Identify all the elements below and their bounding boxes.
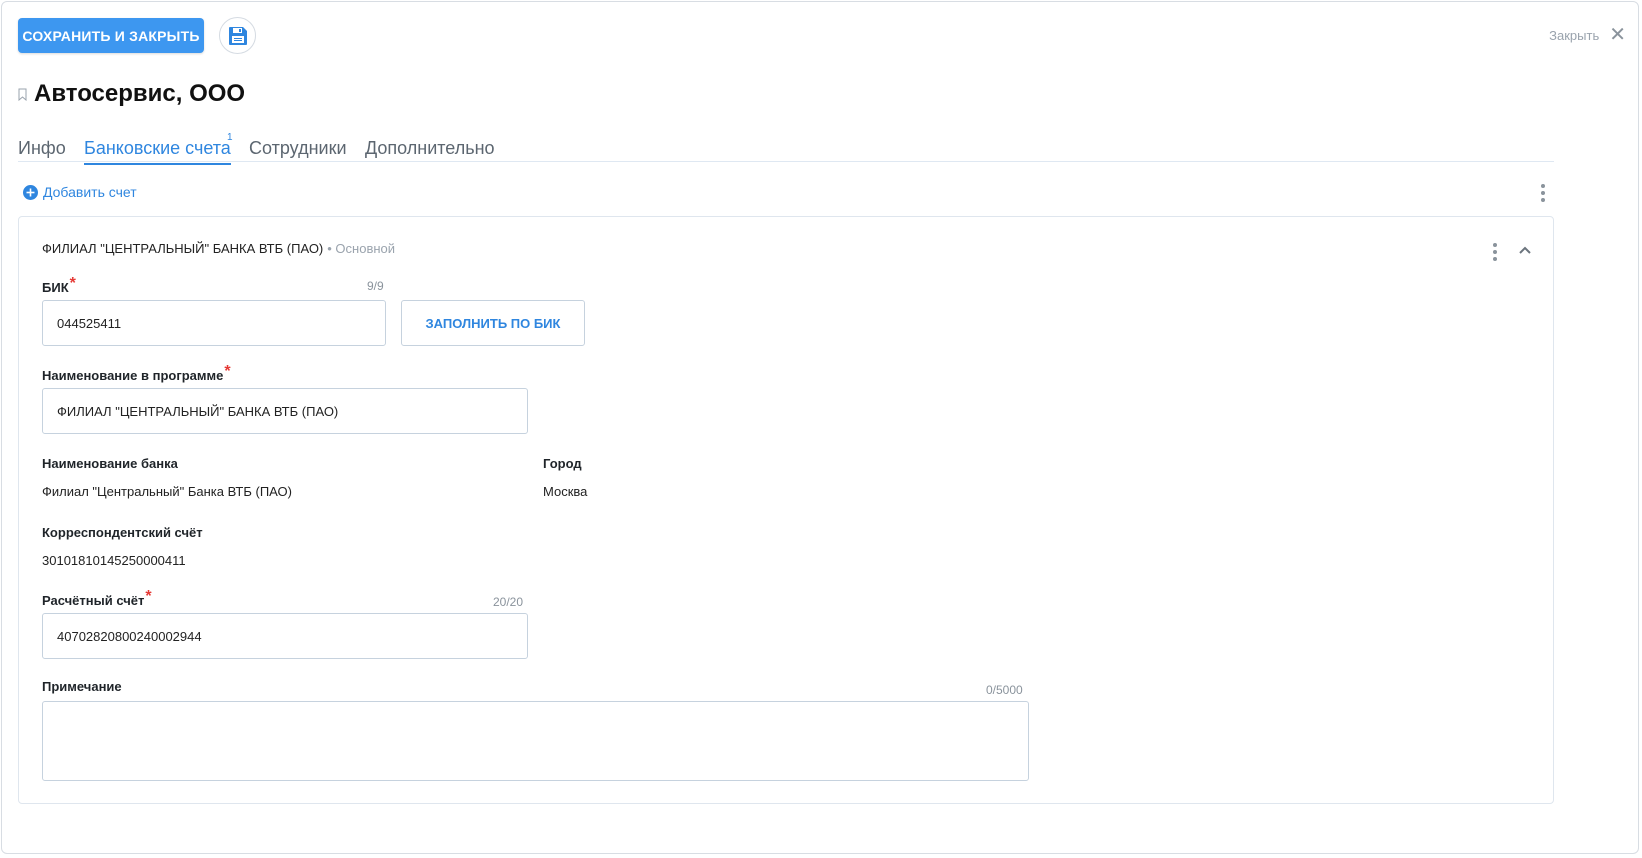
note-counter: 0/5000 — [986, 683, 1023, 697]
program-name-label-text: Наименование в программе — [42, 368, 224, 383]
bik-input[interactable]: 044525411 — [42, 300, 386, 346]
tab-additional[interactable]: Дополнительно — [365, 138, 495, 159]
tab-info[interactable]: Инфо — [18, 138, 66, 159]
chevron-up-icon[interactable] — [1518, 245, 1532, 255]
bik-counter: 9/9 — [367, 279, 384, 293]
close-label: Закрыть — [1549, 27, 1600, 43]
city-value: Москва — [543, 484, 588, 499]
primary-status: • Основной — [327, 241, 396, 256]
required-mark: * — [69, 275, 76, 292]
settlement-account-counter: 20/20 — [493, 595, 524, 609]
save-button[interactable] — [219, 17, 256, 54]
required-mark: * — [224, 363, 231, 380]
plus-circle-icon — [23, 184, 38, 200]
bookmark-icon[interactable] — [18, 88, 27, 101]
floppy-disk-icon — [228, 26, 247, 45]
page-title: Автосервис, ООО — [34, 80, 246, 107]
note-label: Примечание — [42, 679, 122, 694]
add-account-button[interactable]: Добавить счет — [23, 184, 137, 200]
tab-bar: Инфо Банковские счета 1 Сотрудники Допол… — [18, 132, 1554, 165]
bank-name-value: Филиал "Центральный" Банка ВТБ (ПАО) — [42, 484, 292, 499]
corr-account-label: Корреспондентский счёт — [42, 525, 203, 540]
bank-name-label: Наименование банка — [42, 456, 178, 471]
tab-bank-accounts[interactable]: Банковские счета — [84, 138, 231, 165]
corr-account-value: 30101810145250000411 — [42, 553, 186, 568]
city-label: Город — [543, 456, 582, 471]
more-options-icon[interactable] — [1540, 184, 1546, 202]
bank-account-card: ФИЛИАЛ "ЦЕНТРАЛЬНЫЙ" БАНКА ВТБ (ПАО) • Ос… — [18, 216, 1554, 804]
program-name-label: Наименование в программе* — [42, 363, 231, 385]
fill-by-bik-button[interactable]: ЗАПОЛНИТЬ ПО БИК — [401, 300, 585, 346]
close-button[interactable]: Закрыть ✕ — [1549, 24, 1626, 46]
note-textarea[interactable] — [42, 701, 1029, 781]
tab-bank-accounts-count: 1 — [227, 132, 233, 143]
settlement-account-label: Расчётный счёт* — [42, 588, 152, 610]
add-account-label: Добавить счет — [43, 184, 137, 200]
settlement-account-label-text: Расчётный счёт — [42, 593, 145, 608]
bik-label-text: БИК — [42, 280, 69, 295]
required-mark: * — [145, 588, 152, 605]
close-icon: ✕ — [1609, 24, 1626, 46]
program-name-input[interactable]: ФИЛИАЛ "ЦЕНТРАЛЬНЫЙ" БАНКА ВТБ (ПАО) — [42, 388, 528, 434]
bank-account-title: ФИЛИАЛ "ЦЕНТРАЛЬНЫЙ" БАНКА ВТБ (ПАО) — [42, 241, 324, 256]
settlement-account-input[interactable]: 40702820800240002944 — [42, 613, 528, 659]
tab-employees[interactable]: Сотрудники — [249, 138, 347, 159]
bik-label: БИК* — [42, 275, 76, 297]
card-more-options-icon[interactable] — [1492, 243, 1498, 261]
dialog-window: СОХРАНИТЬ И ЗАКРЫТЬ Закрыть ✕ Автосервис… — [1, 1, 1639, 854]
save-and-close-button[interactable]: СОХРАНИТЬ И ЗАКРЫТЬ — [18, 18, 204, 53]
card-header: ФИЛИАЛ "ЦЕНТРАЛЬНЫЙ" БАНКА ВТБ (ПАО) • Ос… — [42, 241, 395, 256]
